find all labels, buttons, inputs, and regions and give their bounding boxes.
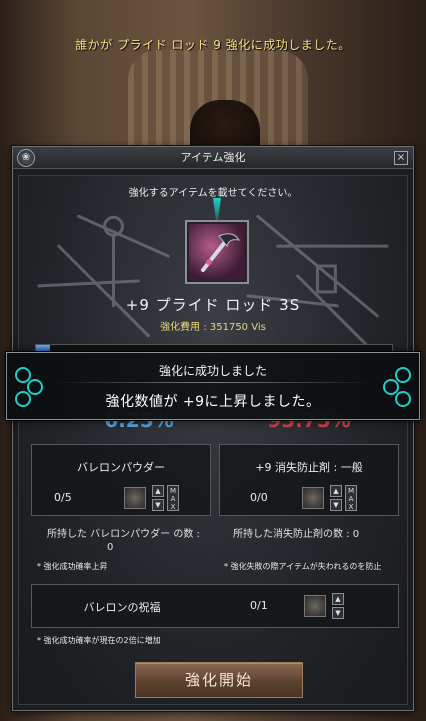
item-slot[interactable] [185,220,249,284]
window-titlebar[interactable]: ❀ アイテム強化 × [13,147,413,169]
item-cost: 強化費用 : 351750 Vis [160,322,266,333]
start-enhance-button[interactable]: 強化開始 [135,662,303,698]
protect-up-button[interactable]: ▲ [330,485,342,497]
popup-divider [53,382,373,383]
protect-panel: +9 消失防止剤 : 一般 0/0 ▲ ▼ MAX [219,444,399,516]
protect-icon[interactable] [302,487,324,509]
blessing-note: * 強化成功確率が現在の2倍に増加 [37,636,161,645]
protect-count: 0/0 [250,491,268,504]
protect-down-button[interactable]: ▼ [330,499,342,511]
protect-note: * 強化失敗の際アイテムが失われるのを防止 [224,562,382,571]
rod-icon [201,233,241,272]
powder-panel: バレロンパウダー 0/5 ▲ ▼ MAX [31,444,211,516]
powder-count: 0/5 [54,491,72,504]
blessing-down-button[interactable]: ▼ [332,607,344,619]
powder-max-button[interactable]: MAX [167,485,179,511]
blessing-count: 0/1 [250,599,268,612]
system-message: 誰かが プライド ロッド 9 強化に成功しました。 [75,38,351,52]
powder-spinner: ▲ ▼ [152,485,164,511]
powder-owned-value: 0 [107,542,114,553]
powder-down-button[interactable]: ▼ [152,499,164,511]
powder-up-button[interactable]: ▲ [152,485,164,497]
powder-note: * 強化成功確率上昇 [37,562,108,571]
protect-title: +9 消失防止剤 : 一般 [255,461,363,474]
success-popup: 強化に成功しました 強化数値が +9に上昇しました。 [6,352,420,420]
blessing-title: バレロンの祝福 [83,601,161,614]
window-title: アイテム強化 [180,151,246,164]
protect-max-button[interactable]: MAX [345,485,357,511]
powder-owned: 所持した バレロンパウダー の数 : 0 [47,528,217,554]
blessing-up-button[interactable]: ▲ [332,593,344,605]
protect-max-label: MAX [348,487,355,511]
close-button[interactable]: × [394,151,408,165]
powder-max-label: MAX [170,487,177,511]
powder-title: バレロンパウダー [77,461,165,474]
enhance-window: ❀ アイテム強化 × 強化するアイテムを載せてください。 +9 プライド ロッド… [12,146,414,711]
protect-spinner: ▲ ▼ [330,485,342,511]
popup-message: 強化数値が +9に上昇しました。 [105,394,321,410]
item-icon [189,224,245,280]
powder-owned-label: 所持した バレロンパウダー の数 : [47,529,200,540]
blessing-spinner: ▲ ▼ [332,593,344,619]
blessing-panel: バレロンの祝福 0/1 ▲ ▼ [31,584,399,628]
instruction-text: 強化するアイテムを載せてください。 [128,188,298,199]
blessing-icon[interactable] [304,595,326,617]
protect-owned: 所持した消失防止剤の数 : 0 [233,529,360,540]
item-name: +9 プライド ロッド 3S [125,296,301,314]
ornament-right-icon [383,367,411,407]
window-body: 強化するアイテムを載せてください。 +9 プライド ロッド 3S 強化費用 : … [18,175,408,705]
emblem-icon: ❀ [17,149,35,167]
powder-icon[interactable] [124,487,146,509]
popup-title: 強化に成功しました [158,364,267,378]
